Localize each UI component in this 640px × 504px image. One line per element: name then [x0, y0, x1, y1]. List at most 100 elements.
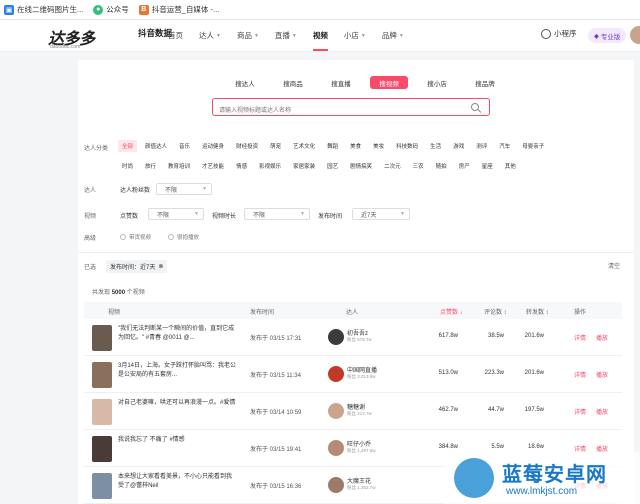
duration-select[interactable]: 不限 ▼ [244, 208, 310, 220]
category-chip[interactable]: 房产 [455, 160, 474, 172]
user-avatar[interactable] [630, 26, 640, 44]
category-chip[interactable]: 萌宠 [266, 140, 285, 152]
category-chip[interactable]: 随拍 [432, 160, 451, 172]
nav-goods[interactable]: 商品 ▼ [229, 20, 267, 51]
pro-version-badge[interactable]: ◆ 专业版 [588, 28, 627, 43]
play-link[interactable]: 播放 [596, 407, 608, 416]
category-chip[interactable]: 教育培训 [164, 160, 194, 172]
nav-brand[interactable]: 品牌 ▼ [374, 20, 412, 51]
header-likes[interactable]: 点赞数 ↓ [440, 307, 463, 316]
nav-video[interactable]: 视频 [305, 20, 336, 51]
category-chip[interactable]: 三农 [409, 160, 428, 172]
category-chip[interactable]: 星座 [478, 160, 497, 172]
talent-group-label: 达人 [84, 188, 97, 194]
author-avatar[interactable] [328, 366, 344, 382]
category-chip[interactable]: 全部 [118, 140, 138, 152]
option-low-play[interactable]: 很抱播放 [168, 233, 199, 241]
close-icon[interactable]: ⊗ [158, 263, 163, 270]
mini-program-button[interactable]: 小程序 [541, 28, 577, 39]
logo[interactable]: 达多多 抖音数据 dadoduo.com [48, 25, 172, 50]
table-row[interactable]: 对自己老婆嘛，哄还可以再浪漫一点。#爱情 发布于 03/14 10:59 糖糖谢 粉丝… [84, 393, 622, 430]
category-chip[interactable]: 游戏 [449, 140, 468, 152]
tab-search-live[interactable]: 搜直播 [322, 76, 360, 89]
category-chip[interactable]: 家居家装 [289, 160, 319, 172]
category-chip[interactable]: 美妆 [369, 140, 388, 152]
search-icon[interactable] [471, 103, 479, 111]
video-thumbnail[interactable] [92, 473, 112, 499]
author-name[interactable]: 旺仔小乔 [347, 439, 371, 448]
checkbox [168, 234, 174, 240]
play-link[interactable]: 播放 [596, 370, 608, 379]
category-chip[interactable]: 生活 [426, 140, 445, 152]
category-chip[interactable]: 旅行 [141, 160, 160, 172]
video-thumbnail[interactable] [92, 399, 112, 425]
category-chip[interactable]: 音乐 [175, 140, 194, 152]
category-chip[interactable]: 才艺技能 [198, 160, 228, 172]
nav-shop[interactable]: 小店 ▼ [336, 20, 374, 51]
category-chip[interactable]: 影视娱乐 [255, 160, 285, 172]
nav-home[interactable]: 首页 [160, 20, 191, 51]
clear-button[interactable]: 清空 [608, 261, 620, 270]
author-avatar[interactable] [328, 477, 344, 493]
video-thumbnail[interactable] [92, 436, 112, 462]
header-comments[interactable]: 评论数 ↕ [484, 307, 507, 316]
table-row[interactable]: 3月14日，上海。女子踩打怀胎叫骂：我老公是公安局的有五套房... 发布于 03/… [84, 356, 622, 393]
tab-search-goods[interactable]: 搜商品 [274, 76, 312, 89]
video-thumbnail[interactable] [92, 325, 112, 351]
bookmark-qr[interactable]: ▣ 在线二维码图片生... [4, 4, 83, 15]
category-chip[interactable]: 科技数码 [392, 140, 422, 152]
category-chip[interactable]: 艺术文化 [289, 140, 319, 152]
option-goods-video[interactable]: 带货视频 [120, 233, 151, 241]
video-thumbnail[interactable] [92, 362, 112, 388]
pubtime-select[interactable]: 近7天 ▼ [352, 208, 410, 220]
video-title[interactable]: 我说我忘了 不痛了 #情感 [118, 436, 236, 445]
video-title[interactable]: 对自己老婆嘛，哄还可以再浪漫一点。#爱情 [118, 399, 236, 408]
detail-link[interactable]: 详情 [574, 370, 586, 379]
header-shares[interactable]: 转发数 ↕ [526, 307, 549, 316]
author-name[interactable]: 中国网直播 [347, 365, 377, 374]
category-chip[interactable]: 母婴亲子 [518, 140, 548, 152]
video-title[interactable]: "我们无法判断某一个瞬间的价值，直到它成为回忆。" #青春 @0011 @... [118, 325, 236, 343]
category-chip[interactable]: 二次元 [380, 160, 405, 172]
video-title[interactable]: 本来想让大家看看美景，不小心只能看到我受了@蕾梓Neil [118, 473, 236, 491]
tab-search-video[interactable]: 搜视频 [370, 76, 408, 89]
author-avatar[interactable] [328, 440, 344, 456]
selected-tag[interactable]: 发布时间：近7天 ⊗ [106, 260, 168, 273]
fans-select[interactable]: 不限 ▼ [156, 183, 212, 195]
nav-talent[interactable]: 达人 ▼ [191, 20, 229, 51]
category-chip[interactable]: 舞蹈 [323, 140, 342, 152]
author-avatar[interactable] [328, 329, 344, 345]
category-chip[interactable]: 其他 [501, 160, 520, 172]
author-fans: 粉丝 1,497.5w [347, 448, 376, 453]
category-chip[interactable]: 颜值达人 [141, 140, 171, 152]
category-chip[interactable]: 园艺 [323, 160, 342, 172]
author-avatar[interactable] [328, 403, 344, 419]
category-chip[interactable]: 情感 [232, 160, 251, 172]
category-chip[interactable]: 财经投资 [232, 140, 262, 152]
category-chip[interactable]: 测评 [472, 140, 491, 152]
search-input[interactable] [219, 103, 459, 119]
category-chip[interactable]: 汽车 [495, 140, 514, 152]
tab-search-brand[interactable]: 搜品牌 [466, 76, 504, 89]
tab-search-talent[interactable]: 搜达人 [226, 76, 264, 89]
detail-link[interactable]: 详情 [574, 333, 586, 342]
tab-search-shop[interactable]: 搜小店 [418, 76, 456, 89]
header-time[interactable]: 发布时间 [250, 307, 274, 316]
category-chip[interactable]: 美食 [346, 140, 365, 152]
likes-select[interactable]: 不限 ▼ [148, 208, 204, 220]
detail-link[interactable]: 详情 [574, 407, 586, 416]
category-chip[interactable]: 剧情搞笑 [346, 160, 376, 172]
bookmark-wechat[interactable]: ● 公众号 [93, 4, 129, 15]
video-title[interactable]: 3月14日，上海。女子踩打怀胎叫骂：我老公是公安局的有五套房... [118, 362, 236, 380]
author-name[interactable]: 初吾吾z [347, 328, 368, 337]
category-chip[interactable]: 运动健身 [198, 140, 228, 152]
table-row[interactable]: "我们无法判断某一个瞬间的价值，直到它成为回忆。" #青春 @0011 @...… [84, 319, 622, 356]
category-chips-row1: 全部 颜值达人 音乐 运动健身 财经投资 萌宠 艺术文化 舞蹈 美食 美妆 科技数码 生活 游戏 测评 汽车… [118, 140, 618, 152]
author-name[interactable]: 大魔王花 [347, 476, 371, 485]
category-chip[interactable]: 时尚 [118, 160, 137, 172]
nav-live[interactable]: 直播 ▼ [267, 20, 305, 51]
android-logo-icon [454, 458, 494, 498]
bookmark-douyin[interactable]: B 抖音运营_自媒体 -... [138, 4, 219, 15]
play-link[interactable]: 播放 [596, 333, 608, 342]
author-name[interactable]: 糖糖谢 [347, 402, 365, 411]
